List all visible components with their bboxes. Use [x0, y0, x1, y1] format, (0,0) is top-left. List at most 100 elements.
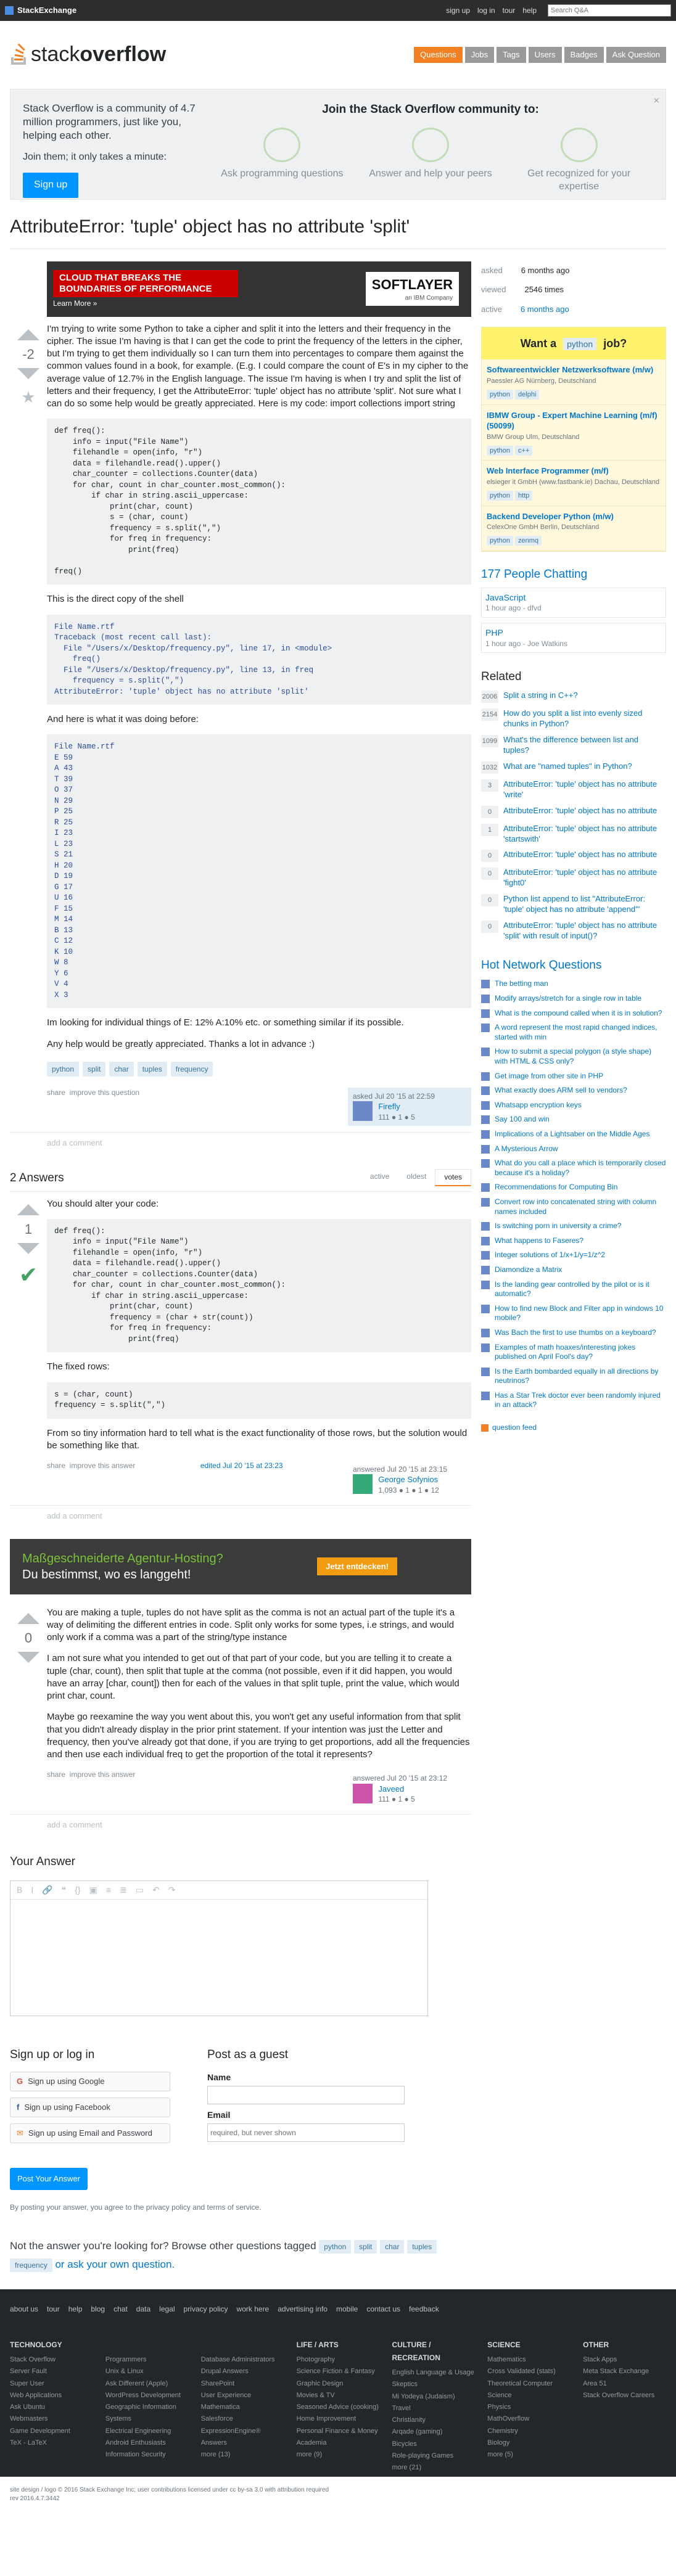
footer-site-link[interactable]: Mathematica: [201, 2402, 284, 2413]
hot-network-question[interactable]: Has a Star Trek doctor ever been randoml…: [481, 1391, 666, 1410]
hot-network-question[interactable]: Modify arrays/stretch for a single row i…: [481, 994, 666, 1004]
hnq-link[interactable]: Say 100 and win: [495, 1115, 550, 1125]
answer-actions[interactable]: share improve this answer: [47, 1770, 135, 1808]
job-listing[interactable]: IBMW Group - Expert Machine Learning (m/…: [482, 405, 666, 461]
answer-edited[interactable]: edited Jul 20 '15 at 23:23: [200, 1461, 283, 1499]
signup-google-button[interactable]: G Sign up using Google: [10, 2072, 170, 2092]
tab-votes[interactable]: votes: [435, 1169, 471, 1186]
downvote-icon[interactable]: [17, 1243, 39, 1255]
footer-site-link[interactable]: SharePoint: [201, 2378, 284, 2390]
footer-site-link[interactable]: Server Fault: [10, 2366, 93, 2377]
related-question[interactable]: 2154 How do you split a list into evenly …: [481, 708, 666, 729]
footer-site-link[interactable]: Role-playing Games: [392, 2450, 475, 2462]
footer-site-link[interactable]: Super User: [10, 2378, 93, 2390]
related-question-link[interactable]: Split a string in C++?: [503, 691, 578, 703]
bulleted-list-icon[interactable]: ≣: [120, 1884, 127, 1896]
hot-network-question[interactable]: Say 100 and win: [481, 1115, 666, 1125]
footer-site-link[interactable]: Android Enthusiasts: [105, 2437, 189, 2449]
hnq-link[interactable]: Is the Earth bombarded equally in all di…: [495, 1367, 666, 1386]
footer-site-link[interactable]: Meta Stack Exchange: [583, 2366, 666, 2377]
nav-questions[interactable]: Questions: [414, 47, 463, 63]
hot-network-question[interactable]: A word represent the most rapid changed …: [481, 1023, 666, 1042]
footer-link[interactable]: mobile: [336, 2304, 358, 2314]
footer-site-link[interactable]: Christianity: [392, 2414, 475, 2426]
upvote-icon[interactable]: [17, 1204, 39, 1215]
image-icon[interactable]: ▣: [89, 1884, 97, 1896]
hot-network-question[interactable]: What happens to Faseres?: [481, 1236, 666, 1246]
redo-icon[interactable]: ↷: [168, 1884, 176, 1896]
hnq-link[interactable]: How to find new Block and Filter app in …: [495, 1304, 666, 1323]
hnq-link[interactable]: Diamondize a Matrix: [495, 1265, 562, 1275]
nav-ask-question[interactable]: Ask Question: [606, 47, 666, 63]
footer-site-link[interactable]: Stack Overflow Careers: [583, 2390, 666, 2402]
hot-network-question[interactable]: Get image from other site in PHP: [481, 1072, 666, 1081]
hot-network-question[interactable]: Is switching porn in university a crime?: [481, 1221, 666, 1231]
hot-network-question[interactable]: Whatsapp encryption keys: [481, 1101, 666, 1110]
heading-icon[interactable]: ▭: [136, 1884, 144, 1896]
footer-site-link[interactable]: WordPress Development: [105, 2390, 189, 2402]
hnq-link[interactable]: Has a Star Trek doctor ever been randoml…: [495, 1391, 666, 1410]
related-question-link[interactable]: Python list append to list "AttributeErr…: [503, 894, 666, 915]
footer-site-link[interactable]: Science Fiction & Fantasy: [297, 2366, 380, 2377]
footer-site-link[interactable]: Arqade (gaming): [392, 2426, 475, 2438]
footer-site-link[interactable]: Chemistry: [487, 2426, 571, 2437]
footer-site-link[interactable]: Salesforce: [201, 2413, 284, 2425]
footer-site-link[interactable]: Drupal Answers: [201, 2366, 284, 2377]
hnq-link[interactable]: What do you call a place which is tempor…: [495, 1159, 666, 1178]
hnq-link[interactable]: Convert row into concatenated string wit…: [495, 1197, 666, 1216]
avatar[interactable]: [353, 1783, 373, 1803]
footer-site-link[interactable]: English Language & Usage: [392, 2367, 475, 2379]
nav-jobs[interactable]: Jobs: [464, 47, 495, 63]
ad2-cta-button[interactable]: Jetzt entdecken!: [317, 1557, 397, 1576]
answer-add-comment[interactable]: add a comment: [10, 1505, 471, 1527]
downvote-icon[interactable]: [17, 368, 39, 380]
footer-site-link[interactable]: Bicycles: [392, 2439, 475, 2450]
question-title[interactable]: AttributeError: 'tuple' object has no at…: [10, 215, 666, 249]
answer-add-comment[interactable]: add a comment: [10, 1814, 471, 1836]
answer-actions[interactable]: share improve this answer: [47, 1461, 135, 1499]
ad-banner-hosting[interactable]: Maßgeschneiderte Agentur-Hosting? Du bes…: [10, 1538, 471, 1594]
hnq-link[interactable]: Is switching porn in university a crime?: [495, 1221, 621, 1231]
footer-site-link[interactable]: Ask Different (Apple): [105, 2378, 189, 2390]
footer-site-link[interactable]: more (13): [201, 2449, 284, 2461]
nav-users[interactable]: Users: [528, 47, 562, 63]
footer-link[interactable]: blog: [91, 2304, 105, 2314]
related-question[interactable]: 0 Python list append to list "AttributeEr…: [481, 894, 666, 915]
hnq-link[interactable]: Was Bach the first to use thumbs on a ke…: [495, 1328, 656, 1338]
related-question-link[interactable]: AttributeError: 'tuple' object has no at…: [503, 921, 666, 941]
hot-network-question[interactable]: Is the Earth bombarded equally in all di…: [481, 1367, 666, 1386]
answer-editor[interactable]: B I 🔗 ❝ {} ▣ ≡ ≣ ▭ ↶ ↷: [10, 1881, 428, 2017]
avatar[interactable]: [353, 1474, 373, 1495]
stackexchange-icon[interactable]: [5, 6, 14, 15]
footer-site-link[interactable]: Photography: [297, 2354, 380, 2366]
related-question-link[interactable]: AttributeError: 'tuple' object has no at…: [503, 806, 657, 818]
footer-link[interactable]: help: [68, 2304, 83, 2314]
hnq-link[interactable]: Get image from other site in PHP: [495, 1072, 603, 1081]
footer-site-link[interactable]: Mathematics: [487, 2354, 571, 2366]
related-question[interactable]: 1 AttributeError: 'tuple' object has no a…: [481, 823, 666, 845]
tag-python[interactable]: python: [47, 1061, 80, 1077]
hnq-link[interactable]: Is the landing gear controlled by the pi…: [495, 1280, 666, 1299]
favorite-star-icon[interactable]: ★: [21, 387, 35, 408]
downvote-icon[interactable]: [17, 1652, 39, 1663]
related-question-link[interactable]: What's the difference between list and t…: [503, 735, 666, 756]
footer-site-link[interactable]: Physics: [487, 2402, 571, 2413]
footer-site-link[interactable]: Information Security: [105, 2449, 189, 2461]
tag-frequency[interactable]: frequency: [170, 1061, 213, 1077]
footer-site-link[interactable]: Area 51: [583, 2378, 666, 2390]
footer-site-link[interactable]: User Experience: [201, 2390, 284, 2402]
hot-network-question[interactable]: How to find new Block and Filter app in …: [481, 1304, 666, 1323]
hnq-link[interactable]: How to submit a special polygon (a style…: [495, 1047, 666, 1066]
related-question-link[interactable]: AttributeError: 'tuple' object has no at…: [503, 868, 666, 888]
ad-banner-softlayer[interactable]: CLOUD THAT BREAKS THE BOUNDARIES OF PERF…: [47, 261, 471, 317]
jobs-heading[interactable]: Want a python job?: [482, 327, 666, 360]
hnq-heading[interactable]: Hot Network Questions: [481, 958, 666, 974]
footer-site-link[interactable]: Academia: [297, 2437, 380, 2449]
footer-site-link[interactable]: Game Development: [10, 2426, 93, 2437]
related-question[interactable]: 1099 What's the difference between list a…: [481, 735, 666, 756]
footer-site-link[interactable]: Database Administrators: [201, 2354, 284, 2366]
tour-link[interactable]: tour: [503, 6, 516, 15]
question-add-comment[interactable]: add a comment: [10, 1131, 471, 1154]
signup-email-button[interactable]: ✉ Sign up using Email and Password: [10, 2123, 170, 2144]
tag-split[interactable]: split: [354, 2239, 377, 2254]
